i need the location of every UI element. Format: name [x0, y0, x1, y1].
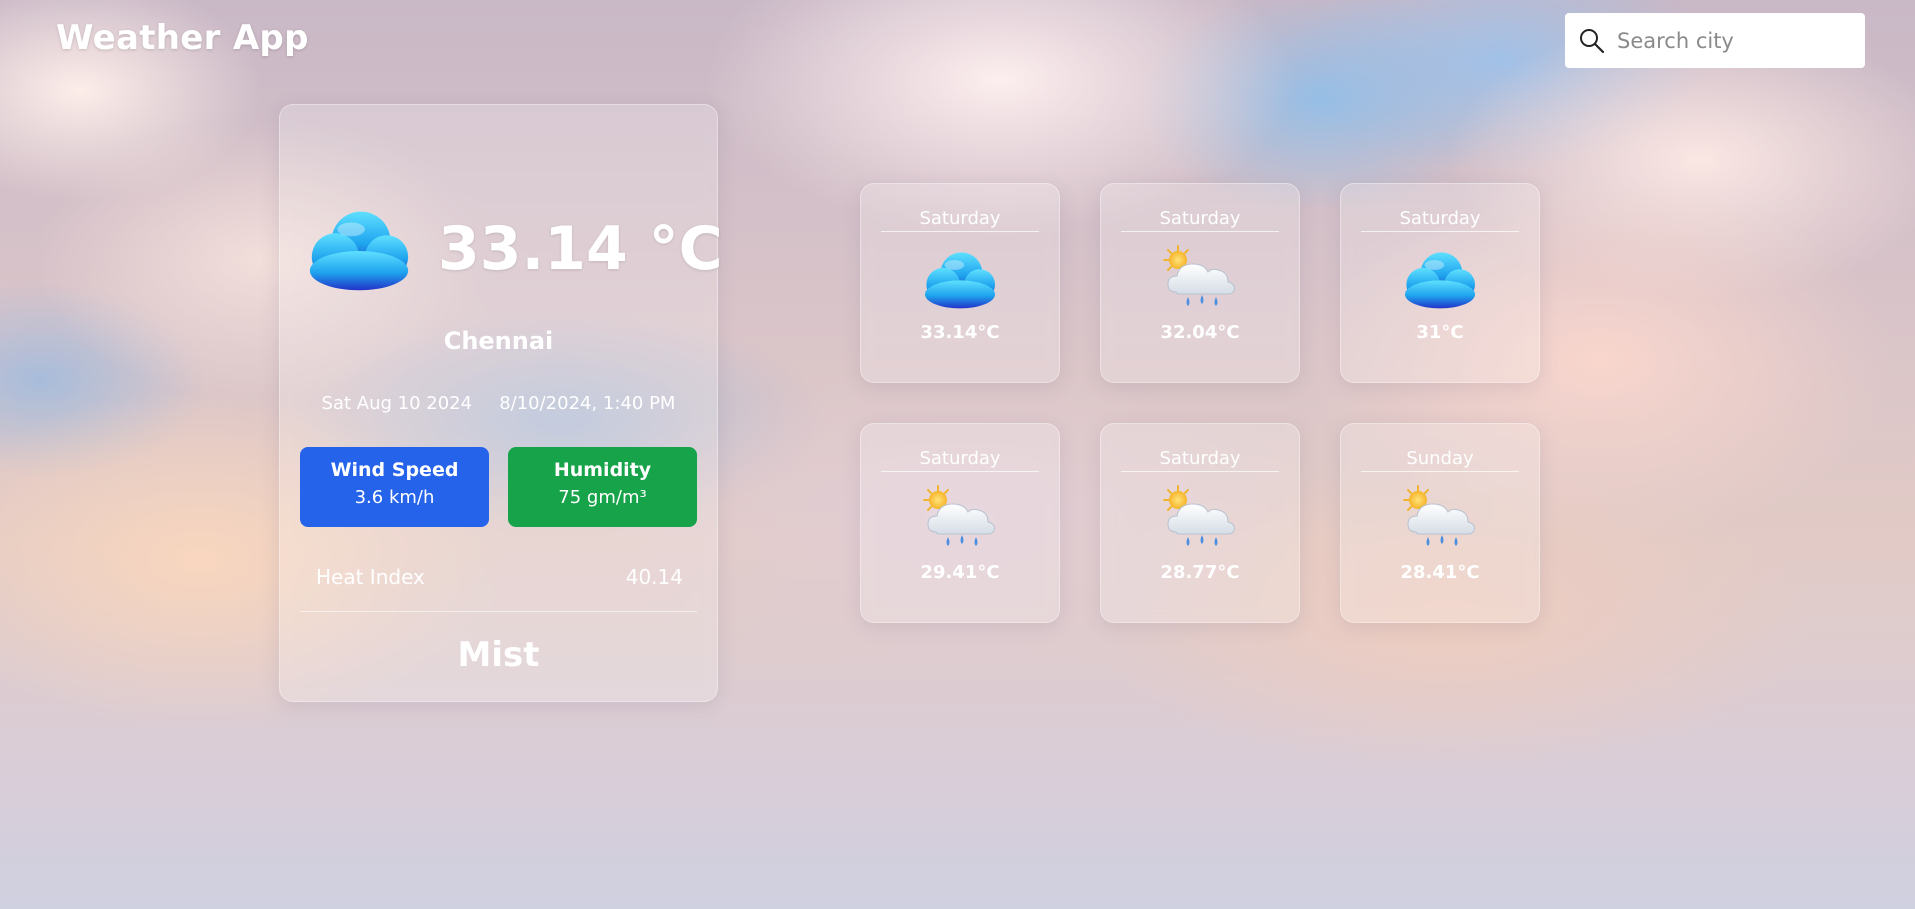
- humidity-value: 75 gm/m³: [558, 487, 647, 508]
- sun-rain-cloud-icon: [918, 484, 1002, 554]
- cloud-icon: [1398, 244, 1482, 314]
- forecast-day: Saturday: [881, 208, 1039, 232]
- current-datetime: 8/10/2024, 1:40 PM: [499, 393, 676, 414]
- current-date: Sat Aug 10 2024: [321, 393, 473, 414]
- heat-index-row: Heat Index 40.14: [316, 565, 683, 589]
- current-weather-header: 33.14 °C: [300, 201, 723, 297]
- forecast-day: Sunday: [1361, 448, 1519, 472]
- forecast-day: Saturday: [881, 448, 1039, 472]
- forecast-temp: 28.41°C: [1400, 562, 1480, 583]
- search-box[interactable]: [1565, 13, 1865, 68]
- current-weather-card: 33.14 °C Chennai Sat Aug 10 2024 8/10/20…: [279, 104, 723, 702]
- weather-condition: Mist: [457, 635, 540, 675]
- date-row: Sat Aug 10 2024 8/10/2024, 1:40 PM: [280, 393, 717, 414]
- cloud-icon: [300, 201, 418, 297]
- heat-index-label: Heat Index: [316, 565, 425, 589]
- wind-speed-label: Wind Speed: [330, 459, 459, 481]
- sun-rain-cloud-icon: [1158, 244, 1242, 314]
- sun-rain-cloud-icon: [1158, 484, 1242, 554]
- city-name: Chennai: [443, 327, 554, 355]
- humidity-card: Humidity 75 gm/m³: [508, 447, 697, 527]
- cloud-icon: [918, 244, 1002, 314]
- wind-speed-card: Wind Speed 3.6 km/h: [300, 447, 489, 527]
- app-title: Weather App: [56, 18, 309, 58]
- forecast-card: Saturday 32.04°C: [1100, 183, 1300, 383]
- forecast-temp: 29.41°C: [920, 562, 1000, 583]
- forecast-temp: 28.77°C: [1160, 562, 1240, 583]
- forecast-temp: 33.14°C: [920, 322, 1000, 343]
- forecast-temp: 31°C: [1416, 322, 1464, 343]
- forecast-card: Saturday 29.41°C: [860, 423, 1060, 623]
- forecast-day: Saturday: [1361, 208, 1519, 232]
- divider: [300, 611, 697, 612]
- forecast-card: Saturday 28.77°C: [1100, 423, 1300, 623]
- forecast-day: Saturday: [1121, 448, 1279, 472]
- humidity-label: Humidity: [553, 459, 652, 481]
- search-icon: [1580, 28, 1605, 53]
- forecast-temp: 32.04°C: [1160, 322, 1240, 343]
- current-temperature: 33.14 °C: [438, 214, 723, 284]
- forecast-card: Sunday 28.41°C: [1340, 423, 1540, 623]
- wind-speed-value: 3.6 km/h: [354, 487, 435, 508]
- forecast-card: Saturday 31°C: [1340, 183, 1540, 383]
- search-input[interactable]: [1615, 27, 1849, 54]
- forecast-card: Saturday 33.14°C: [860, 183, 1060, 383]
- sun-rain-cloud-icon: [1398, 484, 1482, 554]
- forecast-day: Saturday: [1121, 208, 1279, 232]
- heat-index-value: 40.14: [625, 565, 683, 589]
